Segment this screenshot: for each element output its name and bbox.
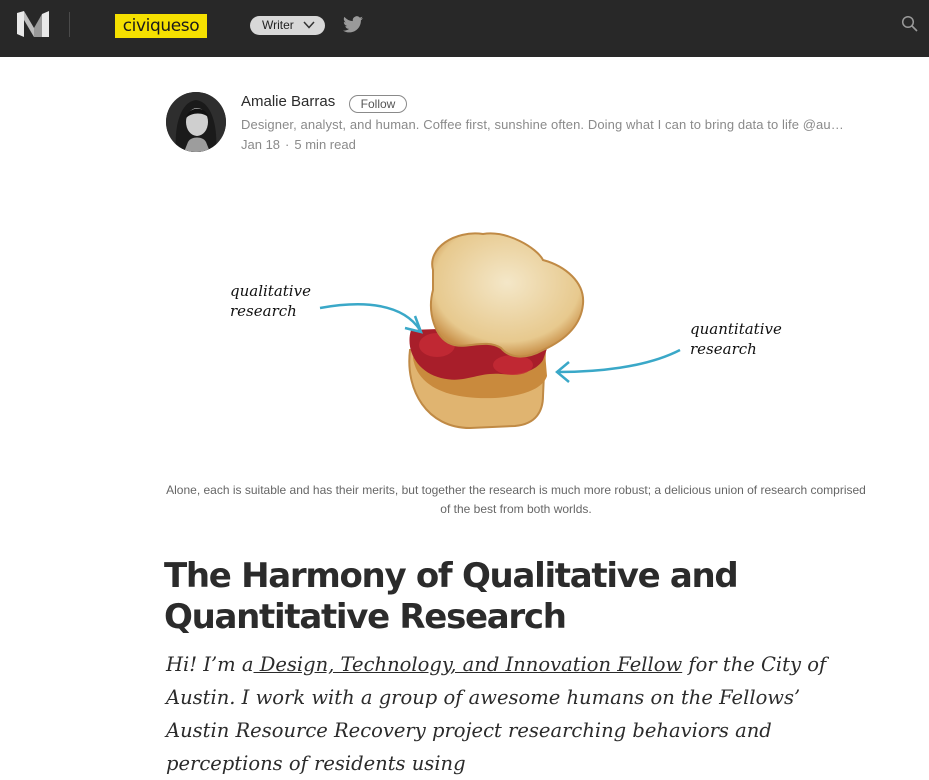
- quantitative-label: quantitative research: [690, 319, 782, 359]
- post-date[interactable]: Jan 18: [241, 137, 280, 152]
- writer-label: Writer: [262, 18, 294, 32]
- post-meta: Jan 18 · 5 min read: [241, 137, 356, 152]
- divider: [69, 12, 70, 37]
- intro-text-before: Hi! I’m a: [166, 653, 254, 676]
- search-icon[interactable]: [901, 15, 918, 32]
- quantitative-label-line1: quantitative: [690, 320, 782, 338]
- read-time: 5 min read: [294, 137, 356, 152]
- qualitative-label: qualitative research: [230, 281, 311, 321]
- quantitative-label-line2: research: [690, 340, 757, 358]
- qualitative-label-line2: research: [230, 302, 297, 320]
- chevron-down-icon: [303, 21, 315, 29]
- author-avatar[interactable]: [166, 92, 226, 152]
- follow-button[interactable]: Follow: [349, 95, 407, 113]
- figure-caption: Alone, each is suitable and has their me…: [166, 483, 866, 516]
- medium-logo-icon[interactable]: [17, 11, 49, 37]
- publication-logo[interactable]: civiqueso: [115, 14, 207, 38]
- meta-separator: ·: [285, 137, 290, 152]
- top-navigation-bar: civiqueso Writer: [0, 0, 929, 57]
- avatar-photo: [166, 92, 226, 152]
- writer-menu-button[interactable]: Writer: [250, 16, 325, 35]
- author-bio: Designer, analyst, and human. Coffee fir…: [241, 117, 844, 132]
- twitter-icon[interactable]: [343, 16, 363, 33]
- article-title: The Harmony of Qualitative and Quantitat…: [164, 556, 739, 637]
- article-intro: Hi! I’m a Design, Technology, and Innova…: [166, 648, 856, 780]
- qualitative-label-line1: qualitative: [230, 282, 311, 300]
- author-name[interactable]: Amalie Barras: [241, 93, 335, 110]
- fellow-link[interactable]: Design, Technology, and Innovation Fello…: [254, 653, 683, 676]
